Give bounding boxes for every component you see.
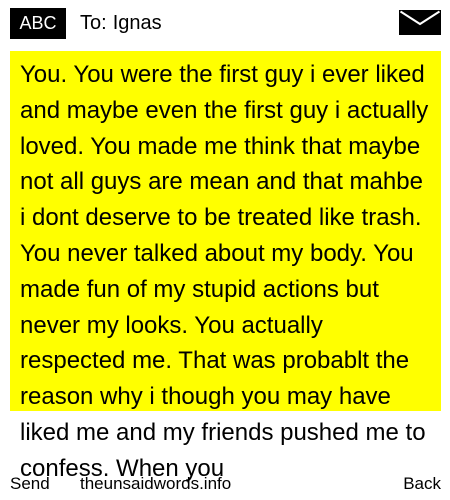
recipient-prefix: To:: [80, 12, 107, 34]
recipient-field[interactable]: To: Ignas: [80, 10, 162, 36]
envelope-icon: [399, 10, 441, 35]
compose-header: ABC To: Ignas: [0, 0, 450, 46]
softkey-bar: Send theunsaidwords.info Back: [0, 470, 450, 500]
back-softkey[interactable]: Back: [403, 474, 441, 494]
send-softkey[interactable]: Send: [10, 474, 50, 494]
recipient-name: Ignas: [112, 12, 162, 34]
message-body[interactable]: You. You were the first guy i ever liked…: [20, 57, 434, 487]
message-compose-screen: ABC To: Ignas You. You were the first guy…: [0, 0, 450, 500]
input-mode-badge[interactable]: ABC: [10, 8, 66, 39]
site-watermark: theunsaidwords.info: [80, 474, 232, 493]
